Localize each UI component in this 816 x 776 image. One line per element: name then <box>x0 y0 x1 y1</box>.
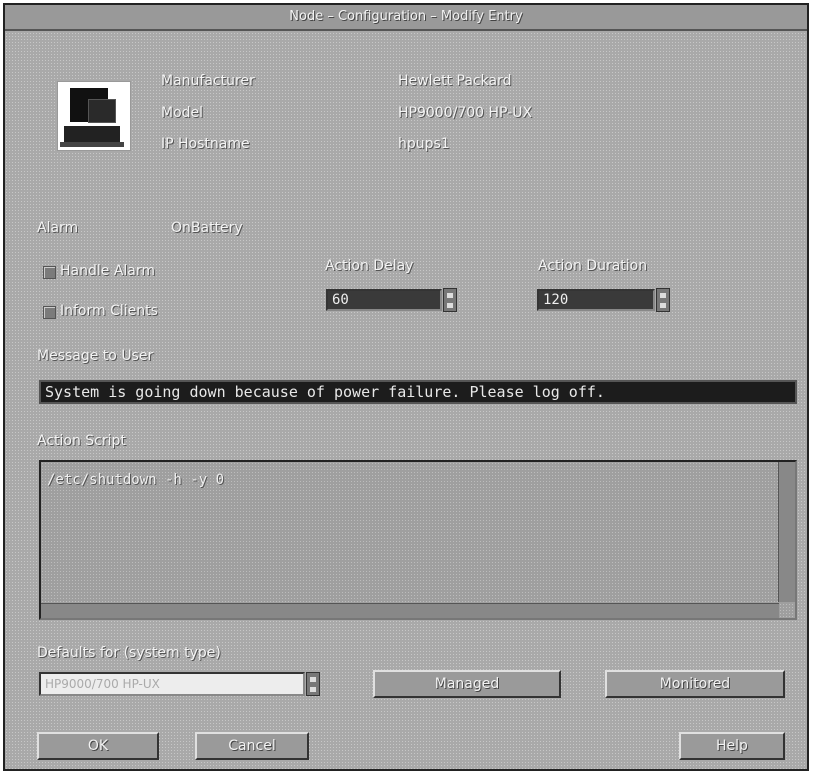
ok-button[interactable]: OK <box>37 732 159 760</box>
inform-clients-label[interactable]: Inform Clients <box>60 303 158 319</box>
managed-button[interactable]: Managed <box>373 670 561 698</box>
defaults-label: Defaults for (system type) <box>37 645 221 661</box>
manufacturer-value: Hewlett Packard <box>398 73 512 89</box>
action-delay-spinner[interactable] <box>443 288 457 312</box>
system-unit-shape <box>64 126 120 142</box>
action-duration-label: Action Duration <box>538 258 648 274</box>
ip-hostname-label: IP Hostname <box>161 136 250 152</box>
window-title[interactable]: Node – Configuration – Modify Entry <box>5 5 807 31</box>
monitor-shape <box>70 88 116 123</box>
help-button[interactable]: Help <box>679 732 785 760</box>
action-script-label: Action Script <box>37 433 126 449</box>
action-duration-input[interactable]: 120 <box>537 289 655 311</box>
action-delay-input[interactable]: 60 <box>326 289 442 311</box>
message-to-user-input[interactable]: System is going down because of power fa… <box>39 380 797 404</box>
action-script-text[interactable]: /etc/shutdown -h -y 0 <box>47 472 224 488</box>
action-script-textarea[interactable]: /etc/shutdown -h -y 0 <box>39 460 797 620</box>
computer-icon <box>57 81 131 151</box>
manufacturer-label: Manufacturer <box>161 73 255 89</box>
horizontal-scrollbar[interactable] <box>41 603 779 618</box>
model-label: Model <box>161 105 204 121</box>
cancel-button[interactable]: Cancel <box>195 732 309 760</box>
defaults-system-type-input[interactable]: HP9000/700 HP-UX <box>39 672 305 696</box>
inform-clients-checkbox[interactable] <box>43 306 56 319</box>
action-duration-spinner[interactable] <box>656 288 670 312</box>
defaults-spinner[interactable] <box>306 672 320 696</box>
message-to-user-label: Message to User <box>37 348 154 364</box>
handle-alarm-label[interactable]: Handle Alarm <box>60 263 155 279</box>
dialog-window: Node – Configuration – Modify Entry Manu… <box>3 3 809 771</box>
monitored-button[interactable]: Monitored <box>605 670 785 698</box>
vertical-scrollbar[interactable] <box>778 462 795 602</box>
action-delay-label: Action Delay <box>325 258 414 274</box>
alarm-value: OnBattery <box>171 220 243 236</box>
alarm-label: Alarm <box>37 220 79 236</box>
model-value: HP9000/700 HP-UX <box>398 105 533 121</box>
keyboard-shape <box>60 142 124 147</box>
handle-alarm-checkbox[interactable] <box>43 266 56 279</box>
ip-hostname-value: hpups1 <box>398 136 450 152</box>
